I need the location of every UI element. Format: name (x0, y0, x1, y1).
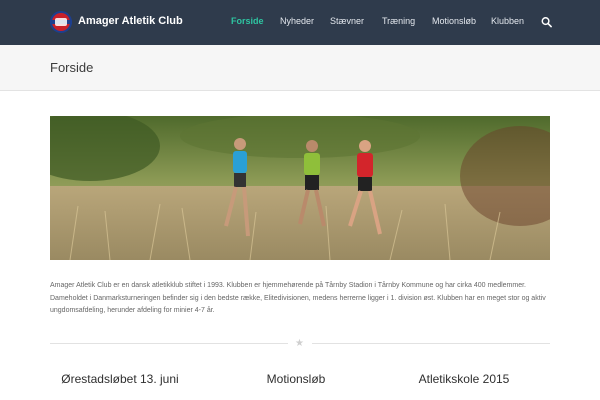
nav-item-traening[interactable]: Træning (382, 16, 415, 26)
nav-item-nyheder[interactable]: Nyheder (280, 16, 314, 26)
hero-image-runners (50, 116, 550, 260)
page-title-band: Forside (0, 45, 600, 91)
section-divider-left (50, 343, 288, 344)
intro-text: Amager Atletik Club er en dansk atletikk… (50, 282, 546, 314)
column-title-motionslob[interactable]: Motionsløb (226, 372, 366, 387)
page-title: Forside (50, 60, 94, 75)
nav-item-klubben[interactable]: Klubben (491, 16, 524, 26)
column-title-atletikskole[interactable]: Atletikskole 2015 (394, 372, 534, 387)
top-navigation-bar: Amager Atletik Club Forside Nyheder Stæv… (0, 0, 600, 45)
search-icon[interactable] (541, 16, 552, 28)
section-divider-right (312, 343, 550, 344)
nav-item-motionslob[interactable]: Motionsløb (432, 16, 476, 26)
nav-item-forside[interactable]: Forside (231, 16, 264, 26)
nav-item-staevner[interactable]: Stævner (330, 16, 364, 26)
column-title-orestadslobet[interactable]: Ørestadsløbet 13. juni (50, 372, 190, 387)
star-divider-icon: ★ (295, 338, 304, 349)
site-brand[interactable]: Amager Atletik Club (78, 15, 183, 27)
logo-mark (55, 18, 67, 26)
hero-foliage (180, 116, 420, 158)
club-logo-icon[interactable] (50, 11, 72, 33)
